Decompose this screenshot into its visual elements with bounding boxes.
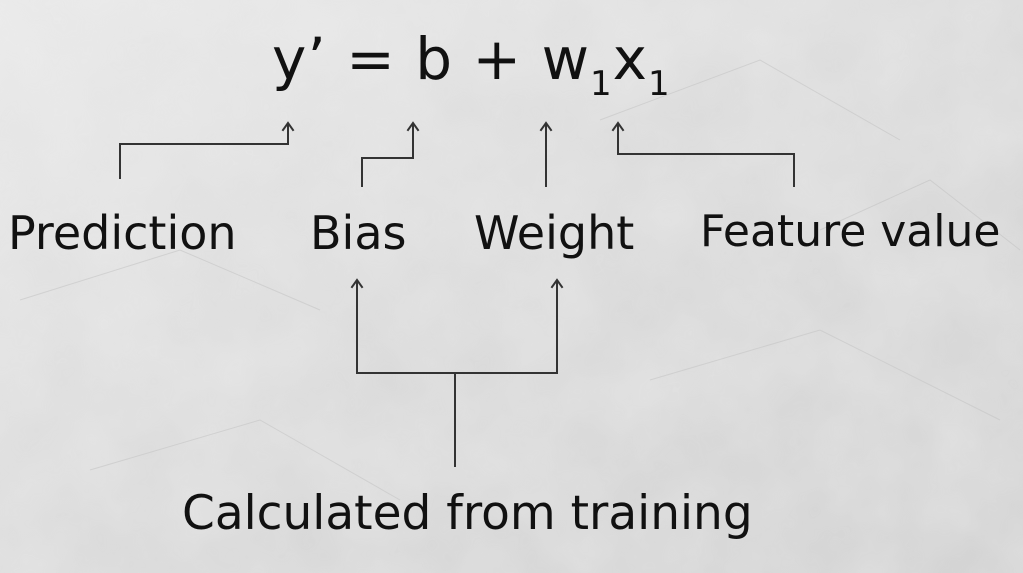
prediction-label: Prediction — [8, 206, 237, 260]
calculated-from-training-label: Calculated from training — [182, 486, 753, 541]
feature-connector — [617, 123, 795, 187]
training-bracket — [356, 280, 558, 374]
bias-connector — [361, 123, 414, 187]
diagram-canvas: y’ = b + w1x1 Prediction Bias Weight Fea… — [0, 0, 1023, 573]
feature-value-label: Feature value — [700, 206, 1001, 257]
prediction-connector — [119, 123, 289, 179]
weight-label: Weight — [474, 206, 635, 260]
bias-label: Bias — [310, 206, 407, 260]
